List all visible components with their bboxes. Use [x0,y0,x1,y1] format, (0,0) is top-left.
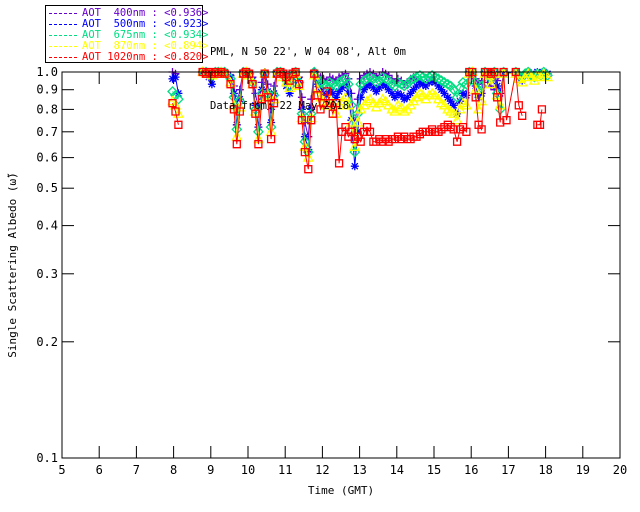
svg-text:9: 9 [207,463,214,477]
svg-text:0.6: 0.6 [36,151,58,165]
svg-text:10: 10 [241,463,255,477]
legend-line-sample-500nm [49,24,77,25]
svg-text:11: 11 [278,463,292,477]
legend-line-sample-870nm [49,46,77,47]
svg-text:14: 14 [390,463,404,477]
svg-text:7: 7 [133,463,140,477]
svg-text:15: 15 [427,463,441,477]
svg-text:12: 12 [315,463,329,477]
svg-text:19: 19 [576,463,590,477]
svg-text:0.5: 0.5 [36,181,58,195]
svg-text:1.0: 1.0 [36,65,58,79]
legend-box: AOT 400nm : <0.936> AOT 500nm : <0.923> … [45,5,208,63]
svg-text:5: 5 [58,463,65,477]
svg-text:8: 8 [170,463,177,477]
svg-text:0.2: 0.2 [36,335,58,349]
svg-text:6: 6 [96,463,103,477]
legend-label-1020nm: AOT 1020nm : <0.820> [82,51,209,63]
svg-text:0.3: 0.3 [36,267,58,281]
svg-text:20: 20 [613,463,627,477]
legend-line-sample-400nm [49,13,77,14]
svg-text:Single Scattering Albedo (ω̃): Single Scattering Albedo (ω̃) [6,172,19,357]
legend-row-1020nm: AOT 1020nm : <0.820> [49,52,208,63]
app-window: 5 6 7 8 9 10 11 12 13 14 15 16 17 18 19 20 1.0 0.9 0.8 0.7 0… [0,0,640,512]
svg-text:0.8: 0.8 [36,102,58,116]
svg-text:0.9: 0.9 [36,83,58,97]
station-info: PML, N 50 22', W 04 08', Alt 0m [210,46,406,58]
legend-line-sample-1020nm [49,57,77,58]
svg-text:16: 16 [464,463,478,477]
plot-header: PML, N 50 22', W 04 08', Alt 0m Data fro… [210,7,406,151]
svg-text:0.4: 0.4 [36,219,58,233]
svg-text:18: 18 [538,463,552,477]
svg-text:0.7: 0.7 [36,125,58,139]
legend-line-sample-675nm [49,35,77,36]
svg-text:13: 13 [352,463,366,477]
data-date: Data from: 22 May 2018 [210,100,350,112]
svg-text:Time (GMT): Time (GMT) [308,484,374,497]
svg-text:0.1: 0.1 [36,451,58,465]
svg-text:17: 17 [501,463,515,477]
